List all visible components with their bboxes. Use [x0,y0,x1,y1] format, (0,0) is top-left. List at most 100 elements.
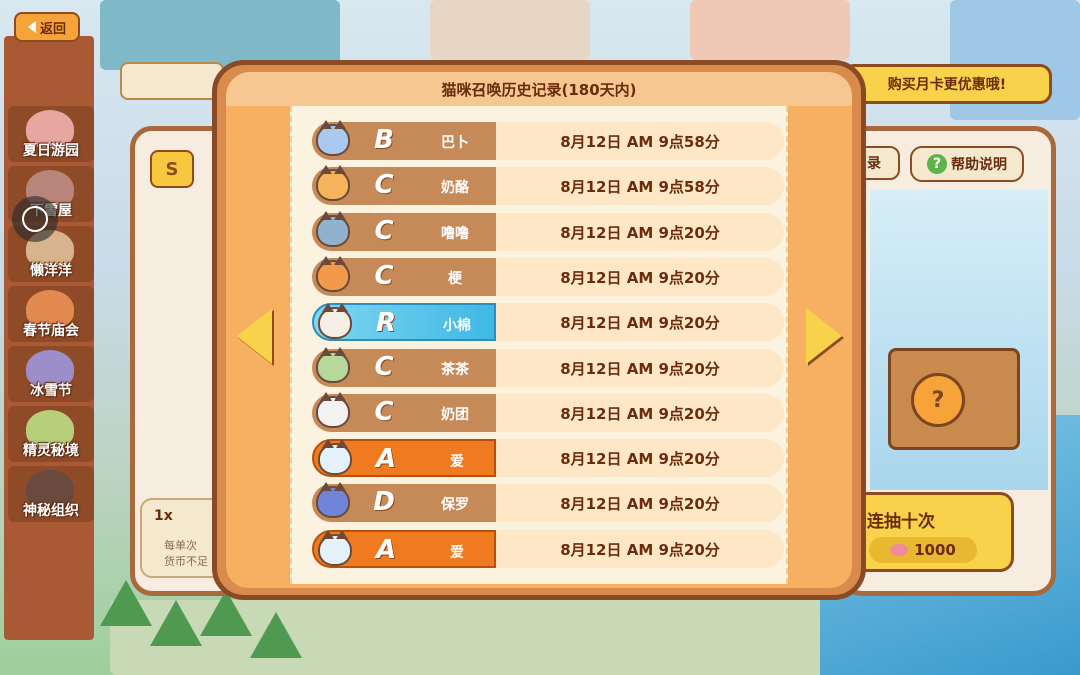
summon-time: 8月12日 AM 9点20分 [496,303,784,341]
cat-avatar-icon [316,165,350,201]
rank-letter: C [374,352,394,382]
rank-letter: A [375,444,397,474]
sidebar-item-label: 精灵秘境 [23,443,79,459]
sidebar-item-label: 冰雪节 [30,383,72,399]
circle-icon [22,206,48,232]
left-arrow-icon [27,21,36,33]
cat-avatar-icon [316,482,350,518]
promo-text: 购买月卡更优惠哦! [887,77,1007,93]
history-row: B 巴卜 8月12日 AM 9点58分 [312,120,784,160]
event-sidebar: 夏日游园 下雪屋 懒洋洋 春节庙会 冰雪节 精灵秘境 神秘组织 [4,36,94,640]
cat-name: 小棉 [443,318,471,334]
sidebar-item-elf-realm[interactable]: 精灵秘境 [8,406,94,462]
question-mark-icon: ? [911,373,965,427]
assistive-touch-button[interactable] [12,196,58,242]
cat-tag: C梗 [312,256,496,296]
coin-symbol: S [165,158,179,180]
cat-name: 茶茶 [441,362,469,378]
cat-tag: C 噜噜 [312,211,496,251]
back-label: 返回 [39,21,66,37]
sidebar-item-mystery-org[interactable]: 神秘组织 [8,466,94,522]
tree-icon [250,612,302,658]
cat-avatar-icon [316,120,350,156]
rank-letter: C [374,170,394,200]
background-building [690,0,850,60]
single-draw-qty: 1x [154,508,173,524]
summon-time: 8月12日 AM 9点20分 [496,349,784,387]
rank-letter: C [374,397,394,427]
ticket-strip [120,62,224,100]
summon-time: 8月12日 AM 9点20分 [496,439,784,477]
cat-avatar-icon [316,256,350,292]
rank-letter: B [374,125,394,155]
modal-title-text: 猫咪召唤历史记录(180天内) [441,80,637,99]
cat-name: 噜噜 [441,226,469,242]
sidebar-item-label: 春节庙会 [23,323,79,339]
summon-time: 8月12日 AM 9点20分 [496,530,784,568]
cat-tag: A爱 [312,530,496,568]
cat-tag: C 奶团 [312,392,496,432]
sidebar-item-label: 懒洋洋 [30,263,72,279]
next-page-arrow-icon[interactable] [806,308,842,364]
cat-tag: B 巴卜 [312,120,496,160]
sidebar-item-label: 夏日游园 [23,143,79,159]
cat-avatar-icon [318,303,352,339]
cat-name: 梗 [448,271,462,287]
cat-name: 奶酪 [441,180,469,196]
prev-page-arrow-icon[interactable] [236,308,272,364]
history-row: A 爱 8月12日 AM 9点20分 [312,530,784,568]
sidebar-item-summer[interactable]: 夏日游园 [8,106,94,162]
cat-tag: D 保罗 [312,482,496,522]
cat-tag: C 茶茶 [312,347,496,387]
cat-avatar-icon [316,211,350,247]
cat-name: 奶团 [441,407,469,423]
cat-name: 巴卜 [441,135,469,151]
sidebar-item-spring-fair[interactable]: 春节庙会 [8,286,94,342]
cat-avatar-icon [316,392,350,428]
history-row: C 奶酪 8月12日 AM 9点58分 [312,165,784,205]
rank-letter: A [375,535,397,565]
ten-draw-title: 连抽十次 [867,512,935,532]
ten-draw-cost-value: 1000 [914,541,956,559]
history-row: A 爱 8月12日 AM 9点20分 [312,439,784,477]
summon-time: 8月12日 AM 9点58分 [496,122,784,160]
fish-currency-icon [890,544,909,556]
history-row: R 小棉 8月12日 AM 9点20分 [312,303,784,341]
history-row: C 噜噜 8月12日 AM 9点20分 [312,211,784,251]
mystery-box-icon: ? [888,348,1020,450]
history-row: C 茶茶 8月12日 AM 9点20分 [312,347,784,387]
record-tab-label: 录 [867,156,881,172]
tree-icon [150,600,202,646]
cat-avatar-icon [318,530,352,566]
summon-time: 8月12日 AM 9点20分 [496,394,784,432]
rank-letter: C [374,261,394,291]
cat-name: 爱 [450,545,464,561]
summon-time: 8月12日 AM 9点20分 [496,484,784,522]
summon-time: 8月12日 AM 9点20分 [496,258,784,296]
sidebar-item-ice-festival[interactable]: 冰雪节 [8,346,94,402]
rank-letter: C [374,216,394,246]
ten-draw-cost: 1000 [869,537,977,563]
rank-letter: R [375,308,397,338]
cat-avatar-icon [316,347,350,383]
ten-draw-button[interactable]: 连抽十次 1000 [848,492,1014,572]
history-row: D 保罗 8月12日 AM 9点20分 [312,482,784,522]
single-draw-note: 每单次 货币不足 [164,538,208,570]
rank-letter: D [373,487,395,517]
cat-tag: R 小棉 [312,303,496,341]
help-label: 帮助说明 [951,157,1007,173]
cat-tag: A爱 [312,439,496,477]
cat-name: 保罗 [441,497,469,513]
monthly-card-banner[interactable]: 购买月卡更优惠哦! [842,64,1052,104]
background-building [430,0,590,60]
history-row: C 梗 8月12日 AM 9点20分 [312,256,784,296]
back-button[interactable]: 返回 [14,12,80,42]
sidebar-item-label: 神秘组织 [23,503,79,519]
modal-title: 猫咪召唤历史记录(180天内) [226,72,852,106]
cat-name: 爱 [450,454,464,470]
single-draw-note-line1: 每单次 [164,539,197,552]
question-mark-icon: ? [927,154,947,174]
coin-badge[interactable]: S [150,150,194,188]
cat-avatar-icon [318,439,352,475]
help-button[interactable]: ? 帮助说明 [910,146,1024,182]
